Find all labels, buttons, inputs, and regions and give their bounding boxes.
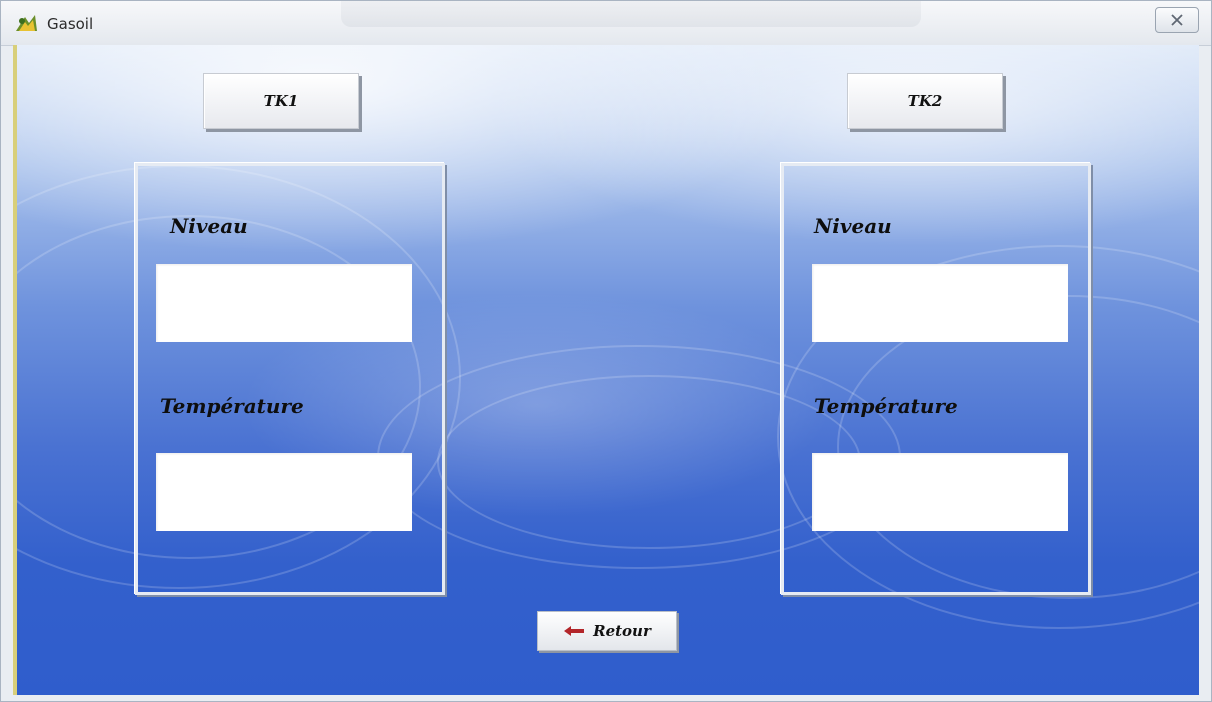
tk2-temperature-field[interactable] [812, 453, 1068, 531]
tk2-level-field[interactable] [812, 264, 1068, 342]
tk1-level-field[interactable] [156, 264, 412, 342]
close-button[interactable] [1155, 7, 1199, 33]
tk1-button[interactable]: TK1 [203, 73, 359, 129]
client-area: TK1 Niveau Température TK2 Niveau Tempér… [13, 45, 1199, 695]
tk1-temperature-label: Température [160, 394, 304, 418]
tk2-button[interactable]: TK2 [847, 73, 1003, 129]
tk2-temperature-label: Température [814, 394, 958, 418]
tk1-level-label: Niveau [170, 214, 248, 238]
tk2-level-label: Niveau [814, 214, 892, 238]
gasoil-window: Gasoil TK1 Niveau Température TK2 Niveau… [0, 0, 1212, 702]
tk1-panel: Niveau Température [135, 163, 445, 595]
close-icon [1171, 14, 1183, 26]
tk1-temperature-field[interactable] [156, 453, 412, 531]
tk2-panel: Niveau Température [781, 163, 1091, 595]
window-title: Gasoil [47, 15, 94, 33]
back-button[interactable]: Retour [537, 611, 677, 651]
gasoil-app-icon [13, 13, 39, 35]
arrow-left-icon [564, 626, 585, 636]
title-bar-shadow [341, 1, 921, 27]
back-button-label: Retour [593, 622, 651, 640]
title-bar: Gasoil [1, 1, 1211, 46]
